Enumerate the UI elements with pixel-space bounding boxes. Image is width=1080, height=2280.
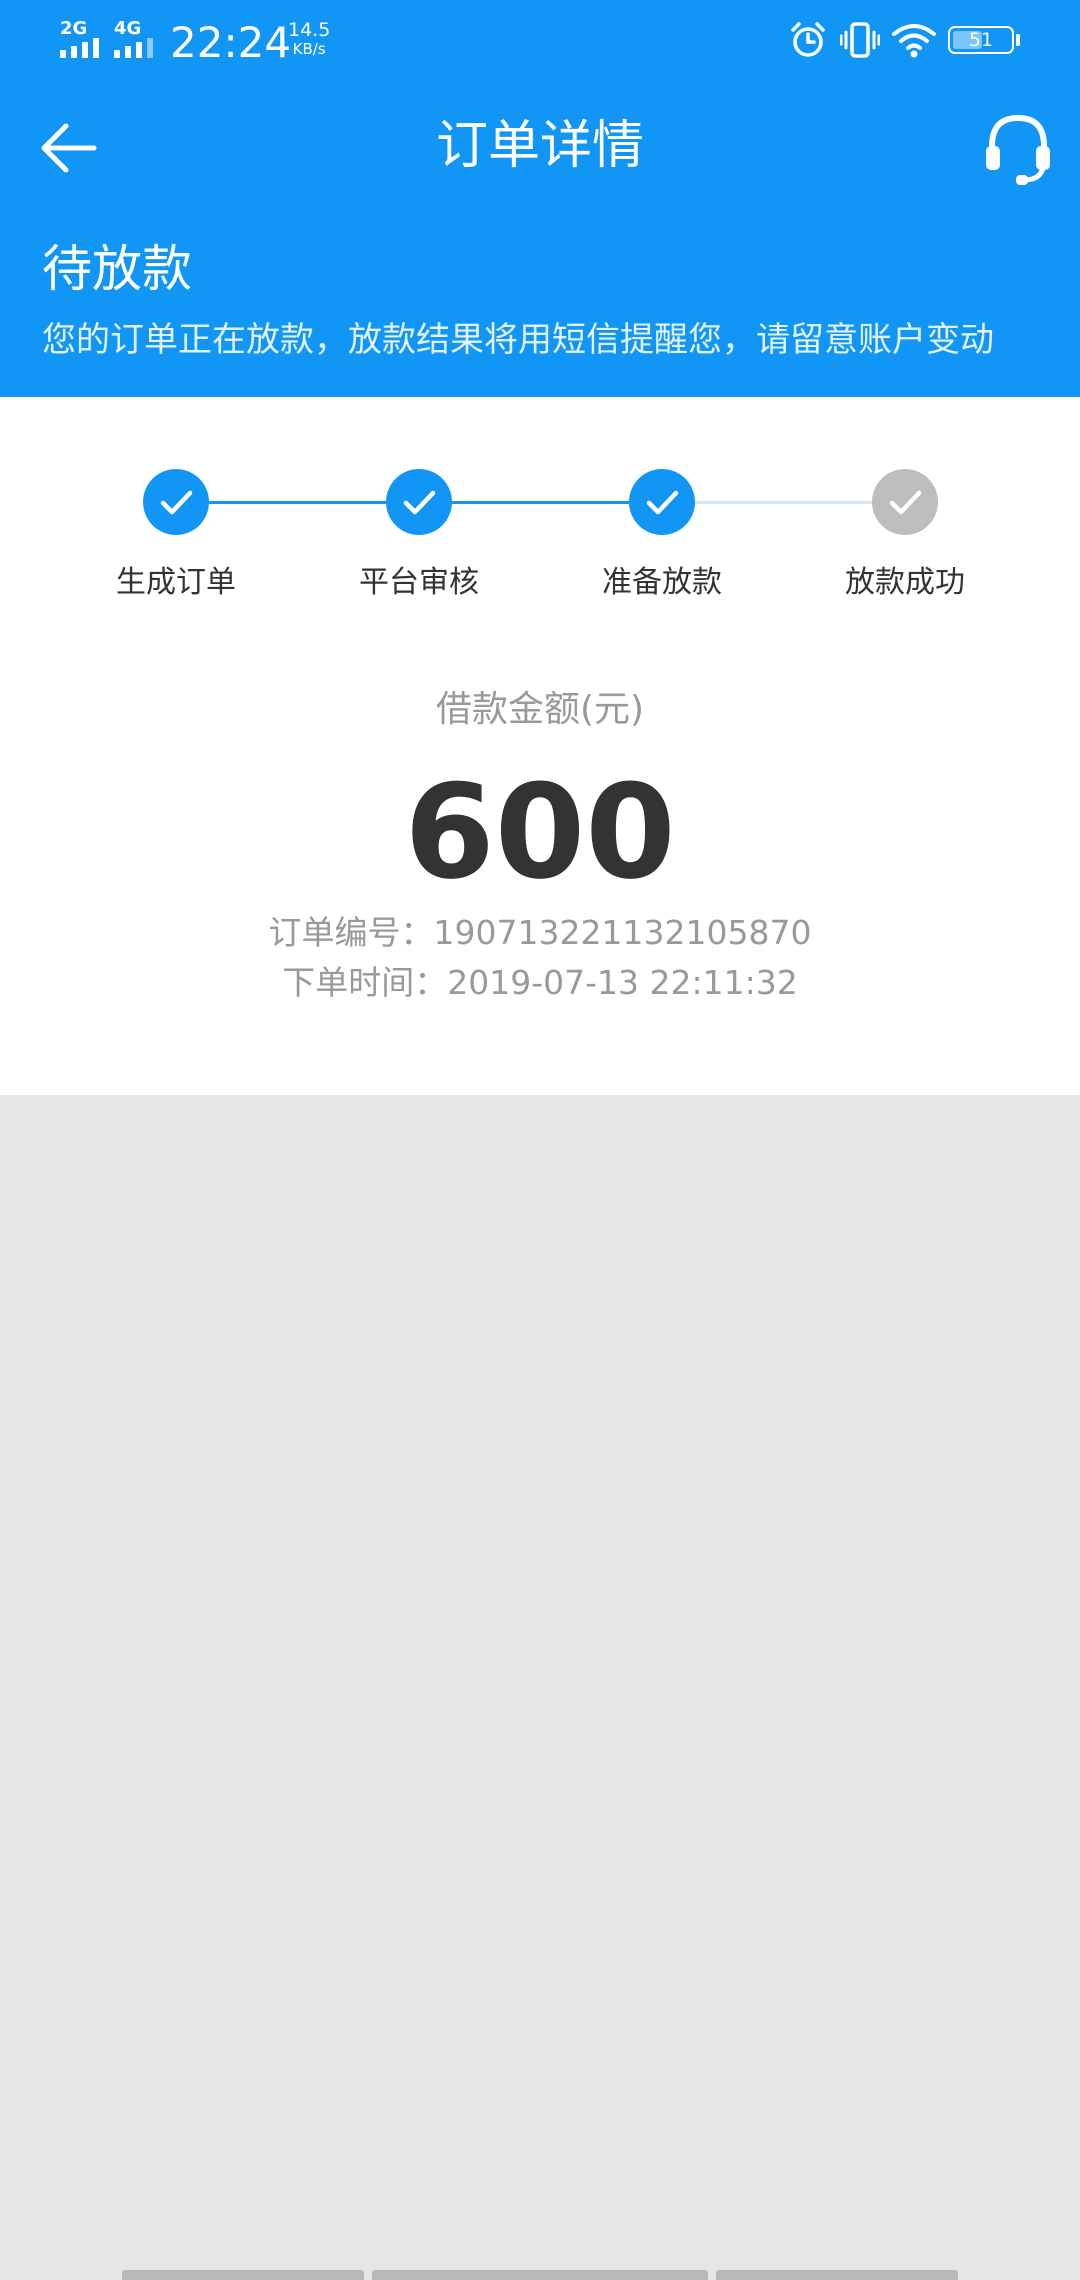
status-bar: 2G 4G 22:24 14.5 KB/s 51 (0, 0, 1080, 84)
network-speed: 14.5 KB/s (288, 20, 330, 58)
progress-steps: 生成订单 平台审核 准备放款 放款成功 (0, 397, 1080, 637)
step-label: 生成订单 (116, 565, 236, 600)
nav-hint-left (122, 2270, 364, 2280)
loan-amount-label: 借款金额(元) (435, 689, 645, 730)
network-speed-value: 14.5 (288, 19, 331, 41)
order-time-value: 2019-07-13 22:11:32 (447, 963, 798, 1002)
vibrate-icon (840, 22, 880, 58)
step-label: 放款成功 (845, 565, 965, 600)
step-connector (695, 501, 872, 504)
step-check-icon (386, 469, 452, 535)
order-status-banner: 待放款 您的订单正在放款，放款结果将用短信提醒您，请留意账户变动 (0, 212, 1080, 397)
step-check-icon (143, 469, 209, 535)
order-time-label: 下单时间： (282, 963, 448, 1002)
loan-amount-value: 600 (404, 756, 676, 908)
headset-icon (986, 114, 1050, 185)
nav-hint-center[interactable] (372, 2270, 708, 2280)
battery-level: 51 (968, 29, 994, 51)
order-status-description: 您的订单正在放款，放款结果将用短信提醒您，请留意账户变动 (42, 320, 994, 360)
battery-cap (1016, 34, 1020, 46)
order-number-label: 订单编号： (268, 913, 434, 952)
order-number-value: 190713221132105870 (433, 913, 812, 952)
battery-icon: 51 (948, 26, 1014, 54)
sim1-signal-icon (60, 36, 99, 58)
order-status-title: 待放款 (42, 240, 192, 298)
step-label: 准备放款 (602, 565, 722, 600)
step-connector (452, 501, 629, 504)
title-bar: 订单详情 (0, 84, 1080, 212)
step-check-icon (872, 469, 938, 535)
step-connector (209, 501, 386, 504)
sim2-signal-icon (114, 36, 153, 58)
customer-service-button[interactable] (978, 108, 1058, 188)
clock: 22:24 (170, 18, 292, 67)
nav-hint-right (716, 2270, 958, 2280)
order-number-row: 订单编号：190713221132105870 (0, 911, 1080, 955)
wifi-icon (892, 24, 936, 58)
order-time-row: 下单时间：2019-07-13 22:11:32 (0, 961, 1080, 1005)
page-title: 订单详情 (435, 116, 644, 176)
order-detail-card: 生成订单 平台审核 准备放款 放款成功 借款金额(元) 600 订单编号：190713… (0, 397, 1080, 1095)
step-check-icon (629, 469, 695, 535)
network-speed-unit: KB/s (292, 40, 326, 58)
alarm-icon (791, 22, 825, 57)
step-label: 平台审核 (359, 565, 479, 600)
